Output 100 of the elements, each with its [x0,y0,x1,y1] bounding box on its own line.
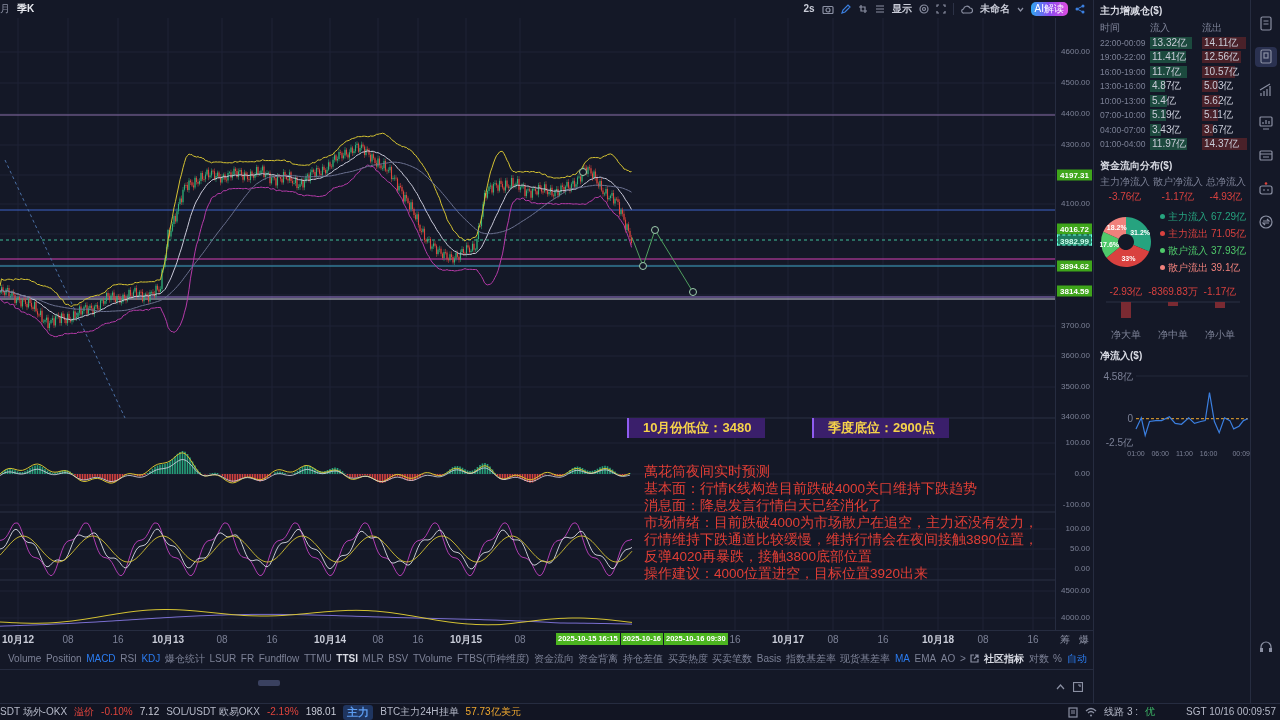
bar-value-label: -2.93亿 [1109,285,1143,297]
display-button[interactable]: 显示 [891,3,912,15]
annotation-text: 基本面：行情K线构造目前跌破4000关口维持下跌趋势 [644,480,978,497]
indicator-tab[interactable]: Volume [8,652,42,665]
indicator-tab[interactable]: 现货基差率 [840,652,891,665]
indicator-tab[interactable]: EMA [914,652,937,665]
fullscreen-icon[interactable] [935,4,946,14]
price-label: 4600.00 [1061,47,1090,57]
stat-value: -3.76亿 [1108,190,1142,203]
chevron-down-icon[interactable] [1016,6,1024,12]
time-label: 10月15 [449,634,483,646]
camera-icon[interactable] [821,4,834,14]
share-icon[interactable] [1075,4,1085,14]
column-header: 流入 [1150,22,1171,35]
indicator-tab[interactable]: 持仓差值 [622,652,663,665]
indicator-tab[interactable]: 资金背离 [578,652,619,665]
indicator-tab[interactable]: > [959,652,966,665]
period-tab[interactable]: 月 [0,3,10,15]
indicator-tab[interactable]: 自动 [1066,652,1087,665]
expand-icon[interactable] [1073,681,1083,692]
collapse-handle[interactable] [258,680,280,686]
price-label: 4300.00 [1061,140,1090,150]
indicator-axis-label: -100.00 [1062,500,1090,510]
bar [1215,301,1225,308]
indicator-tab[interactable]: TTMU [303,652,332,665]
pencil-icon[interactable] [840,4,851,14]
indicator-tab[interactable]: % [1053,652,1062,665]
bar [1121,301,1131,318]
indicator-tab[interactable]: 资金流向 [533,652,574,665]
axis-option[interactable]: 爆 [1078,633,1089,646]
time-label: 08 [62,634,74,646]
time-label: 16 [112,634,124,646]
ticker-text: -2.19% [266,706,299,718]
indicator-tab[interactable]: FR [240,652,255,665]
list-icon[interactable] [874,4,885,14]
legend-label: 散户流出 [1168,261,1208,274]
legend-label: 主力流入 [1168,210,1208,223]
time-cell-text: 01:00-04:00 [1100,139,1147,150]
wave-point-marker [651,226,659,234]
price-marker: 4197.31 [1057,169,1092,181]
ai-button[interactable]: AI解读 [1030,2,1068,16]
bar [1168,301,1178,306]
indicator-tab[interactable]: Position [45,652,82,665]
indicator-axis-label: 100.00 [1065,524,1090,534]
time-cell-text: 07:00-10:00 [1100,110,1147,121]
time-label: 08 [827,634,839,646]
indicator-tab[interactable]: 爆仓统计 [164,652,205,665]
indicator-axis-label: 0.00 [1074,469,1090,479]
indicator-tab[interactable]: MLR [362,652,384,665]
bar-value-label: -1.17亿 [1203,285,1237,297]
annotation-text: 市场情绪：目前跌破4000为市场散户在追空，主力还没有发力， [644,514,1039,531]
indicator-tab[interactable]: Fundflow [258,652,300,665]
indicator-tab[interactable]: Basis [756,652,782,665]
indicator-tab[interactable]: 对数 [1028,652,1049,665]
indicator-tab[interactable]: 指数基差率 [785,652,836,665]
indicator-tab[interactable]: AO [940,652,956,665]
interval-label[interactable]: 2s [803,3,815,15]
axis-option[interactable]: 筹 [1059,633,1070,646]
annotation-text: 消息面：降息发言行情白天已经消化了 [644,497,882,514]
indicator-tab[interactable]: 社区指标 [983,652,1024,665]
indicator-tab[interactable]: 买卖热度 [667,652,708,665]
ticker-text: BTC主力24H挂单 [380,706,459,718]
indicator-tab[interactable]: 买卖笔数 [712,652,753,665]
layout-name[interactable]: 未命名 [979,3,1010,15]
time-label: 08 [977,634,989,646]
indicator-tab[interactable]: RSI [120,652,137,665]
caret-up-icon[interactable] [1056,683,1065,690]
annotation-text: 操作建议：4000位置进空，目标位置3920出来 [644,565,929,582]
indicator-tab[interactable]: LSUR [209,652,237,665]
wave-point-marker [689,288,697,296]
tag-label: 主力 [343,704,374,720]
y-tick-label: -2.5亿 [1105,436,1133,447]
time-label: 10月13 [151,634,185,646]
external-link-icon[interactable] [970,654,980,663]
annotation-text: 萬花筒夜间实时预测 [644,463,770,480]
indicator-axis-label: 4500.00 [1061,586,1090,596]
bar-category-label: 净中单 [1158,328,1188,340]
settings-icon[interactable] [918,4,929,14]
stat-label: 主力净流入 [1100,175,1150,188]
headset-icon[interactable] [1258,640,1273,654]
indicator-tab[interactable]: KDJ [141,652,161,665]
stat-value: -4.93亿 [1209,190,1243,203]
indicator-tab[interactable]: BSV [388,652,409,665]
indicator-tab[interactable]: MA [894,652,910,665]
bar-category-label: 净大单 [1111,328,1141,340]
legend-amount: 71.05亿 [1211,227,1247,240]
indicator-tab[interactable]: TVolume [412,652,453,665]
cloud-icon[interactable] [960,4,973,14]
price-marker: 4016.72 [1057,223,1092,235]
period-tab[interactable]: 季K [17,3,35,15]
frame-icon[interactable] [857,4,868,14]
indicator-tab[interactable]: TTSI [336,652,358,665]
connection-line-label: 线路 3 : [1104,706,1139,718]
price-label: 3600.00 [1061,351,1090,361]
price-label: 3700.00 [1061,321,1090,331]
indicator-tab[interactable]: FTBS(币种维度) [456,652,530,665]
indicator-axis-label: 4000.00 [1061,613,1090,623]
price-marker: 3982.99 [1057,234,1092,246]
indicator-tab[interactable]: MACD [86,652,116,665]
stat-label: 总净流入 [1206,175,1246,188]
